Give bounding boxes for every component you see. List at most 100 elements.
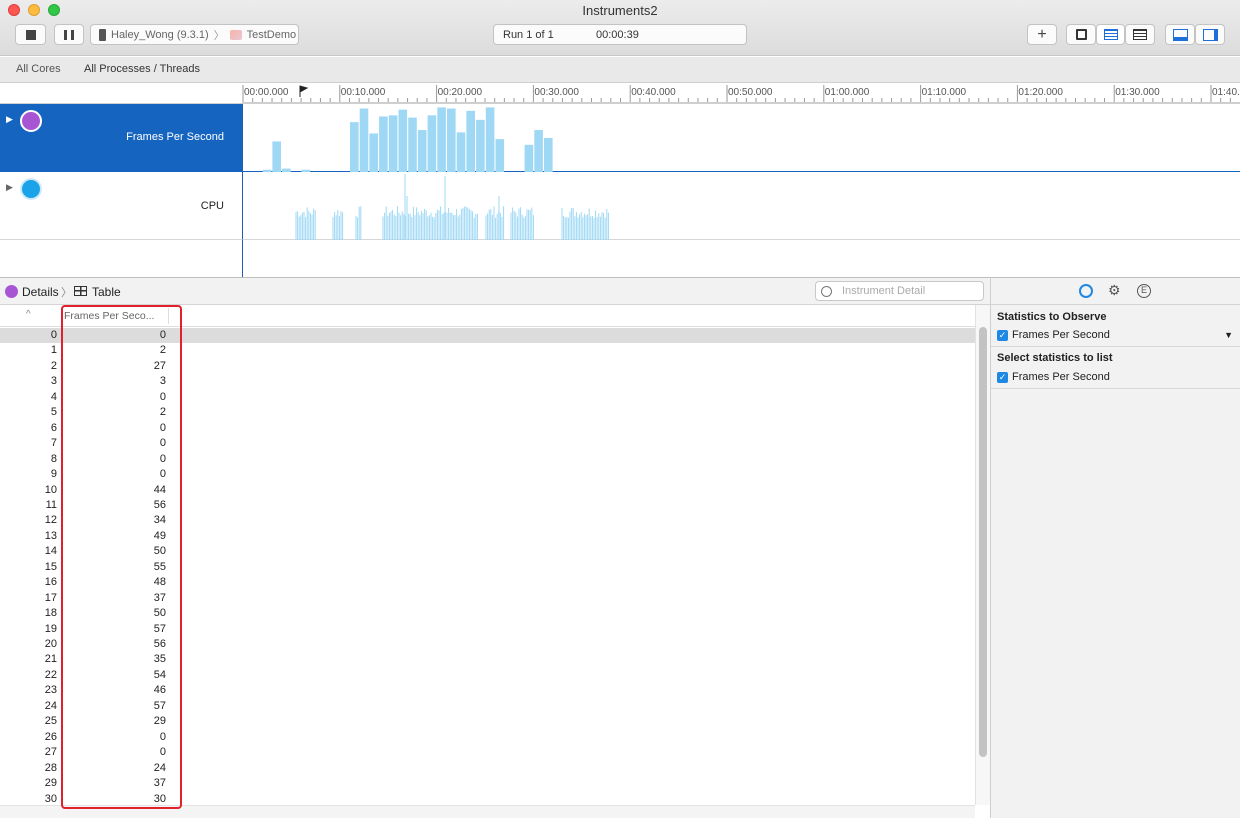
strategy-threads-button[interactable] [1125, 24, 1155, 45]
table-icon [74, 286, 87, 296]
table-row[interactable]: 26 0 [0, 730, 975, 745]
row-fps-value: 24 [153, 761, 166, 774]
checkbox-checked-icon[interactable]: ✓ [997, 371, 1008, 383]
playhead-flag-icon[interactable] [299, 85, 309, 97]
disclosure-triangle-icon[interactable]: ▶ [6, 114, 13, 125]
track-label-cpu: CPU [200, 200, 224, 212]
table-row[interactable]: 13 49 [0, 529, 975, 544]
row-index: 5 [50, 406, 57, 419]
table-row[interactable]: 40 [0, 390, 975, 405]
scrollbar-thumb[interactable] [979, 327, 987, 757]
instrument-detail-search[interactable]: Instrument Detail [815, 281, 984, 301]
track-cpu-header[interactable]: ▶ CPU [0, 172, 242, 240]
table-row[interactable]: 52 [0, 405, 975, 420]
table-row[interactable]: 23 46 [0, 683, 975, 698]
gear-icon[interactable]: ⚙ [1108, 282, 1121, 299]
column-header-fps[interactable]: Frames Per Seco... [64, 310, 154, 322]
inspector-pane: ⚙ E Statistics to Observe ✓ Frames Per Se… [990, 277, 1240, 818]
table-row[interactable]: 60 [0, 421, 975, 436]
ruler-svg: 00:00.000 00:10.000 00:20.000 00:30.000 00:4… [242, 85, 1240, 102]
fps-bar [466, 110, 475, 172]
checkbox-checked-icon[interactable]: ✓ [997, 329, 1008, 341]
run-label: Run 1 of 1 [503, 29, 554, 41]
table-row[interactable]: 20 56 [0, 637, 975, 652]
toggle-detail-pane-button[interactable] [1165, 24, 1195, 45]
table-row[interactable]: 27 0 [0, 745, 975, 760]
table-row[interactable]: 00 [0, 328, 975, 344]
table-row[interactable]: 29 37 [0, 776, 975, 791]
list-item-row[interactable]: ✓ Frames Per Second [997, 371, 1110, 383]
timeline-ruler[interactable]: 00:00.000 00:10.000 00:20.000 00:30.000 00:4… [242, 83, 1240, 103]
window-title: Instruments2 [582, 3, 658, 18]
row-index: 29 [44, 777, 57, 790]
table-row[interactable]: 17 37 [0, 591, 975, 606]
track-fps-header[interactable]: ▶ Frames Per Second [0, 104, 242, 172]
table-row[interactable]: 15 55 [0, 560, 975, 575]
table-row[interactable]: 16 48 [0, 575, 975, 590]
fps-bar [427, 115, 437, 172]
table-row[interactable]: 18 50 [0, 606, 975, 621]
row-index: 21 [44, 653, 57, 666]
ruler-tick-label: 01:30.000 [1115, 87, 1160, 98]
breadcrumb-table[interactable]: Table [92, 285, 121, 299]
row-fps-value: 3 [159, 375, 166, 388]
strategy-cpu-button[interactable] [1066, 24, 1096, 45]
table-row[interactable]: 12 34 [0, 513, 975, 528]
row-index: 14 [44, 545, 57, 558]
disclosure-triangle-icon[interactable]: ▶ [6, 182, 13, 193]
table-row[interactable]: 12 [0, 343, 975, 358]
row-fps-value: 35 [153, 653, 166, 666]
target-device-selector[interactable]: Haley_Wong (9.3.1) 〉 TestDemo [90, 24, 299, 45]
table-row[interactable]: 33 [0, 374, 975, 389]
table-row[interactable]: 22 54 [0, 668, 975, 683]
fps-bar [485, 107, 495, 172]
strategy-instruments-button[interactable] [1096, 24, 1125, 45]
fps-graph-svg [262, 107, 553, 172]
row-index: 26 [44, 730, 57, 743]
table-horizontal-scrollbar[interactable] [0, 805, 975, 818]
table-vertical-scrollbar[interactable] [975, 305, 990, 805]
record-settings-icon[interactable] [1079, 284, 1093, 298]
row-fps-value: 2 [159, 406, 166, 419]
table-row[interactable]: 25 29 [0, 714, 975, 729]
row-index: 7 [50, 437, 57, 450]
row-index: 19 [44, 622, 57, 635]
table-row[interactable]: 80 [0, 452, 975, 467]
dropdown-triangle-icon[interactable]: ▼ [1224, 330, 1233, 340]
table-row[interactable]: 2 27 [0, 359, 975, 374]
filter-all-cores[interactable]: All Cores [16, 63, 61, 75]
pause-recording-button[interactable] [54, 24, 84, 45]
row-fps-value: 54 [153, 668, 166, 681]
detail-table: ^ Frames Per Seco... 0 0 1 2 2 27 3 3 4 0 5 2 6 0 7 0 8 0… [0, 305, 975, 818]
table-row[interactable]: 14 50 [0, 544, 975, 559]
table-row[interactable]: 21 35 [0, 652, 975, 667]
table-row[interactable]: 70 [0, 436, 975, 451]
observe-item-row[interactable]: ✓ Frames Per Second ▼ [997, 329, 1235, 341]
window-titlebar: Instruments2 Haley_Wong (9.3.1) 〉 TestDe… [0, 0, 1240, 56]
table-row[interactable]: 24 57 [0, 699, 975, 714]
iphone-icon [99, 28, 106, 41]
row-fps-value: 0 [159, 437, 166, 450]
table-row[interactable]: 90 [0, 467, 975, 482]
add-instrument-button[interactable]: + [1027, 24, 1057, 45]
table-row[interactable]: 19 57 [0, 622, 975, 637]
breadcrumb-details[interactable]: Details [22, 285, 59, 299]
row-index: 18 [44, 607, 57, 620]
filter-all-processes[interactable]: All Processes / Threads [84, 63, 200, 75]
inspector-tabs: ⚙ E [991, 278, 1240, 305]
stop-recording-button[interactable] [15, 24, 46, 45]
toggle-inspector-button[interactable] [1195, 24, 1225, 45]
elapsed-time: 00:00:39 [596, 29, 639, 41]
track-fps-graph[interactable] [242, 104, 1240, 172]
filter-bar: All Cores All Processes / Threads [0, 57, 1240, 83]
row-index: 6 [50, 421, 57, 434]
row-fps-value: 57 [153, 622, 166, 635]
list-section-title: Select statistics to list [997, 352, 1113, 364]
row-fps-value: 57 [153, 699, 166, 712]
sort-chevron-up-icon[interactable]: ^ [26, 309, 31, 320]
track-cpu-graph[interactable] [242, 172, 1240, 240]
table-row[interactable]: 28 24 [0, 761, 975, 776]
extended-detail-icon[interactable]: E [1137, 284, 1151, 298]
table-row[interactable]: 11 56 [0, 498, 975, 513]
table-row[interactable]: 10 44 [0, 483, 975, 498]
